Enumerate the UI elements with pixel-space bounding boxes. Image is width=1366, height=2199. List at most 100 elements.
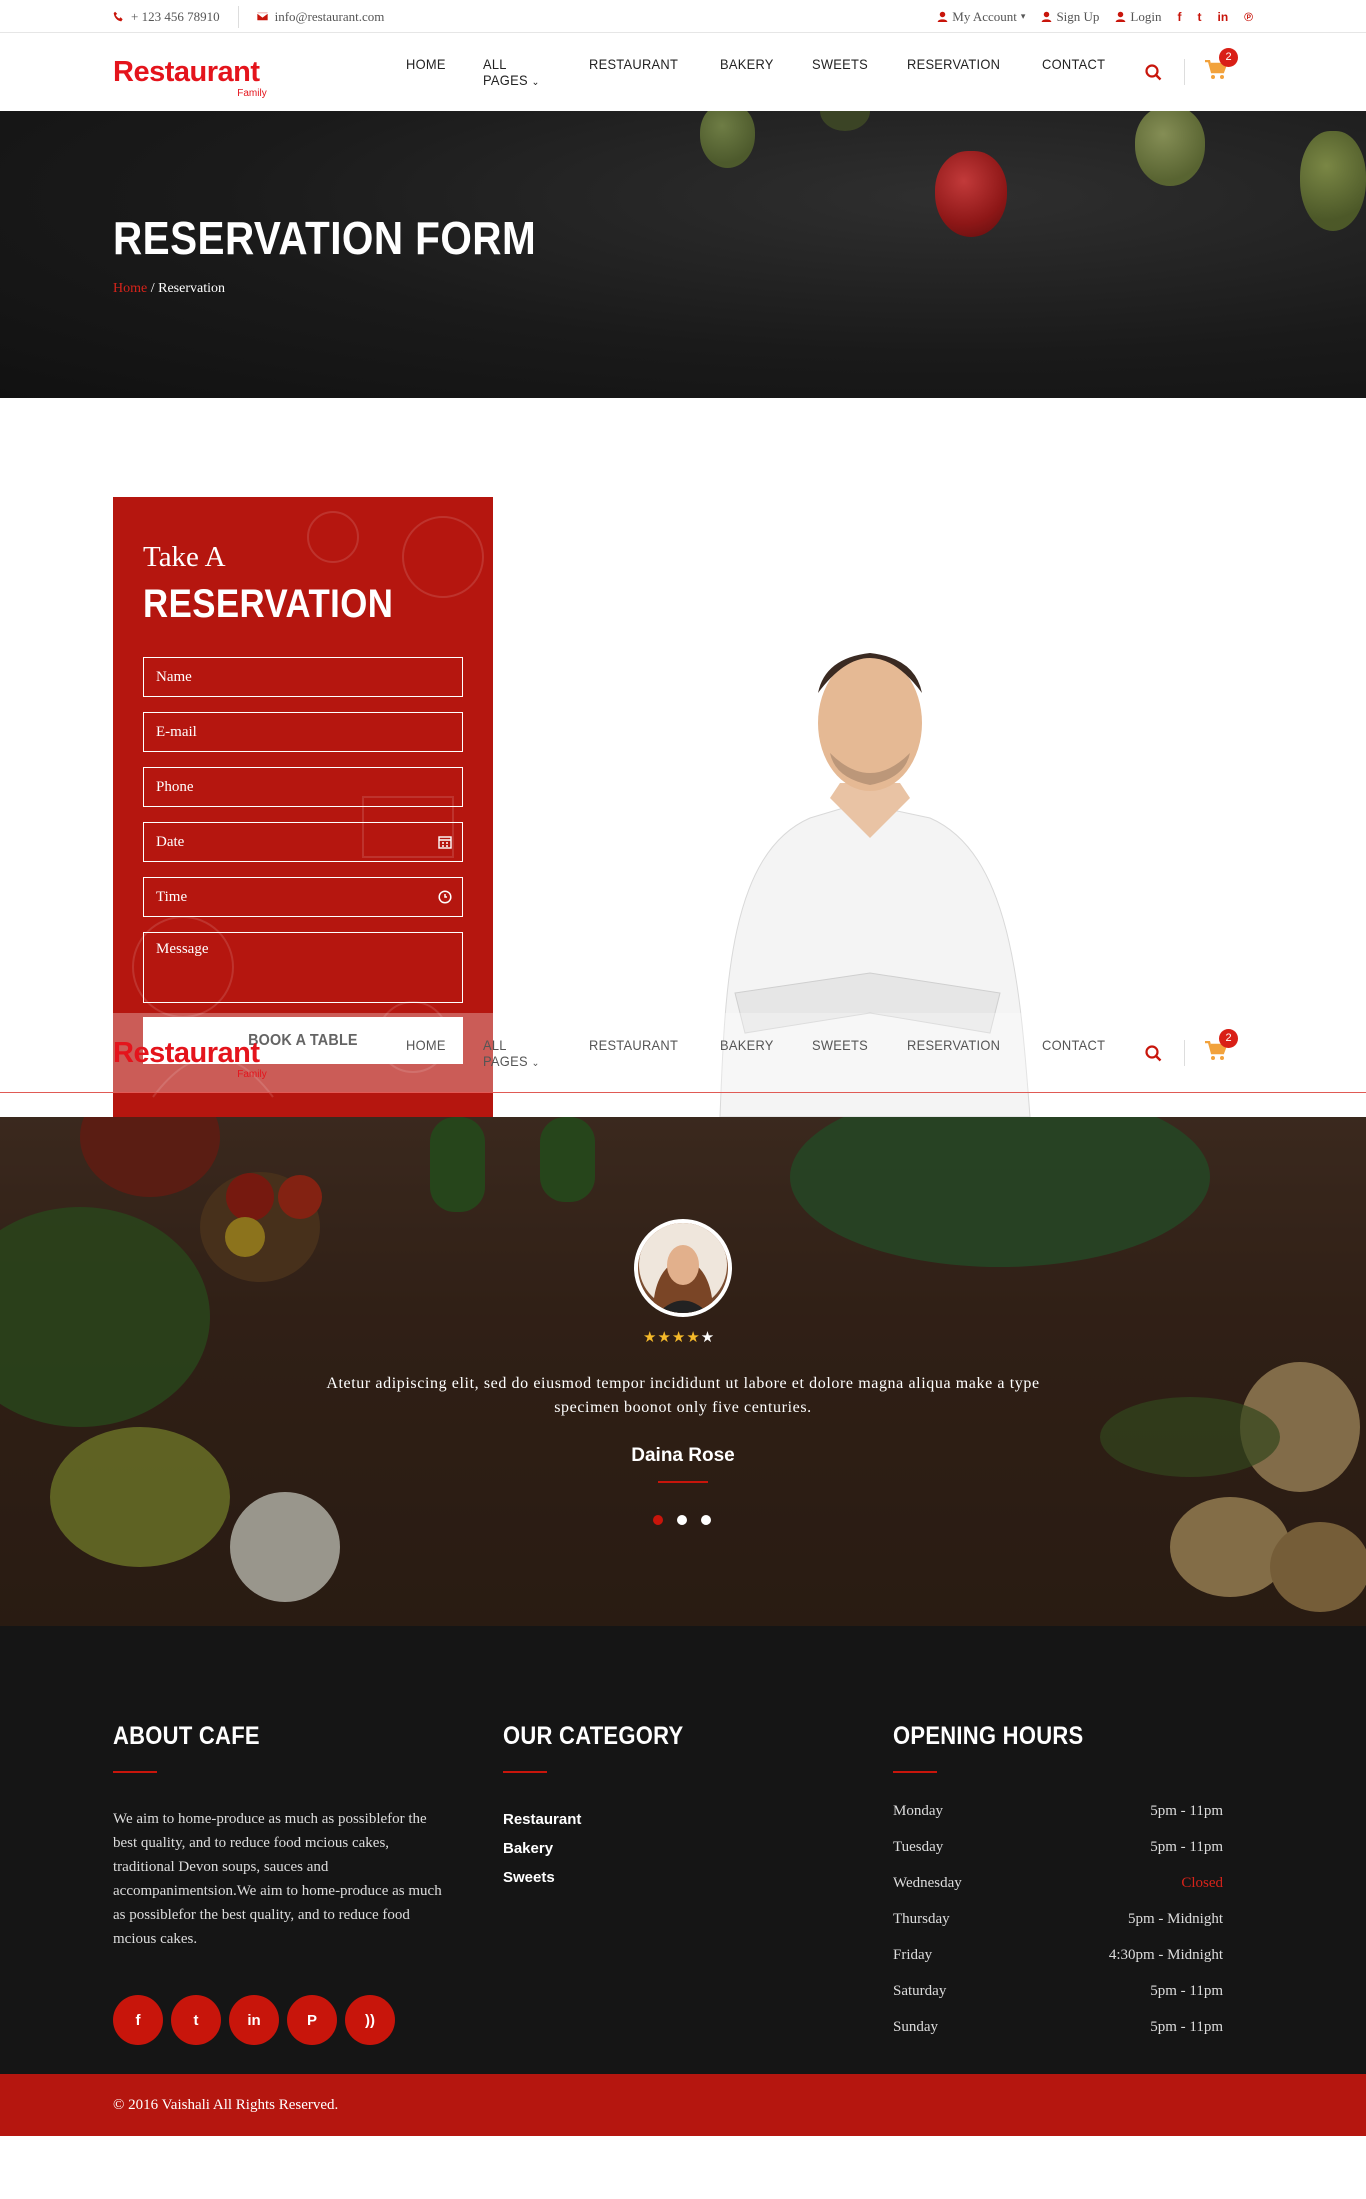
empty-star: ★: [700, 1328, 716, 1346]
sticky-nav-all-pages-label: ALL PAGES: [482, 1037, 528, 1069]
sticky-logo-text: Restaurant: [113, 1036, 260, 1069]
testimonial-section: ★★★★★ Atetur adipiscing elit, sed do eiu…: [0, 1117, 1366, 1626]
name-field[interactable]: Name: [143, 657, 463, 697]
nav-restaurant[interactable]: RESTAURANT: [589, 56, 678, 88]
facebook-icon[interactable]: f: [1177, 10, 1181, 24]
hours-time: 5pm - 11pm: [1150, 1803, 1223, 1819]
sticky-nav-bakery[interactable]: BAKERY: [720, 1037, 774, 1069]
time-field[interactable]: Time: [143, 877, 463, 917]
pinterest-icon[interactable]: ℗: [1244, 10, 1253, 24]
page-banner: RESERVATION FORM Home / Reservation: [0, 111, 1366, 398]
carousel-dot-3[interactable]: [701, 1515, 711, 1525]
hours-row: Friday 4:30pm - Midnight: [893, 1947, 1223, 1983]
sign-up-label: Sign Up: [1056, 8, 1100, 24]
facebook-icon[interactable]: f: [113, 1995, 163, 2045]
category-link-bakery[interactable]: Bakery: [503, 1834, 708, 1863]
strawberry-decoration: [1135, 111, 1205, 186]
nav-reservation[interactable]: RESERVATION: [907, 56, 1000, 88]
twitter-icon[interactable]: t: [1197, 10, 1201, 24]
hours-time-closed: Closed: [1181, 1875, 1223, 1891]
sticky-nav-contact[interactable]: CONTACT: [1042, 1037, 1105, 1069]
hours-row: Saturday 5pm - 11pm: [893, 1983, 1223, 2019]
breadcrumb-current: / Reservation: [150, 281, 225, 296]
nav-sweets[interactable]: SWEETS: [812, 56, 868, 88]
clock-icon[interactable]: [438, 890, 452, 904]
hours-day: Tuesday: [893, 1839, 944, 1855]
rss-icon[interactable]: )): [345, 1995, 395, 2045]
date-field[interactable]: Date: [143, 822, 463, 862]
category-link-sweets[interactable]: Sweets: [503, 1863, 708, 1892]
message-placeholder: Message: [156, 941, 209, 957]
form-title-small: Take A: [143, 541, 226, 573]
hours-row: Sunday 5pm - 11pm: [893, 2019, 1223, 2055]
category-link-restaurant[interactable]: Restaurant: [503, 1805, 708, 1834]
hours-row: Monday 5pm - 11pm: [893, 1803, 1223, 1839]
form-title-big: RESERVATION: [143, 582, 394, 626]
phone-field[interactable]: Phone: [143, 767, 463, 807]
nav-all-pages[interactable]: ALL PAGES ⌄: [483, 56, 549, 88]
cart-button[interactable]: 2: [1205, 47, 1238, 85]
strawberry-decoration: [820, 111, 870, 131]
logo-subtext: Family: [237, 87, 267, 99]
linkedin-icon[interactable]: in: [1217, 10, 1228, 24]
hours-day: Thursday: [893, 1911, 950, 1927]
chevron-down-icon: ▾: [1020, 11, 1026, 21]
cart-count-badge: 2: [1219, 47, 1238, 67]
pinterest-icon[interactable]: P: [287, 1995, 337, 2045]
sticky-nav-sweets[interactable]: SWEETS: [812, 1037, 868, 1069]
hours-row: Wednesday Closed: [893, 1875, 1223, 1911]
hours-day: Monday: [893, 1803, 943, 1819]
nav-bakery[interactable]: BAKERY: [720, 56, 774, 88]
sticky-nav-reservation[interactable]: RESERVATION: [907, 1037, 1000, 1069]
divider: [1184, 1040, 1185, 1066]
sticky-nav-restaurant[interactable]: RESTAURANT: [589, 1037, 678, 1069]
login-link[interactable]: Login: [1115, 9, 1161, 25]
chevron-down-icon: ⌄: [531, 1058, 540, 1069]
carousel-dot-1[interactable]: [653, 1515, 663, 1525]
about-text: We aim to home-produce as much as possib…: [113, 1811, 442, 1947]
hours-day: Saturday: [893, 1983, 947, 1999]
hours-list: Monday 5pm - 11pm Tuesday 5pm - 11pm Wedne…: [893, 1803, 1223, 2055]
hours-time: 5pm - 11pm: [1150, 1839, 1223, 1855]
twitter-icon[interactable]: t: [171, 1995, 221, 2045]
author-underline: [658, 1481, 708, 1483]
footer-social: f t in P )): [113, 1995, 449, 2045]
page-title: RESERVATION FORM: [113, 212, 537, 264]
phone-number: + 123 456 78910: [131, 8, 220, 24]
hours-time: 5pm - 11pm: [1150, 1983, 1223, 1999]
woman-portrait: [639, 1223, 727, 1313]
email-field[interactable]: E-mail: [143, 712, 463, 752]
sticky-logo[interactable]: Restaurant Family: [113, 1036, 279, 1080]
search-icon[interactable]: [1145, 63, 1162, 81]
phone-placeholder: Phone: [156, 778, 194, 795]
hours-time: 5pm - Midnight: [1127, 1911, 1223, 1927]
email-contact[interactable]: info@restaurant.com: [256, 9, 384, 25]
breadcrumb-home[interactable]: Home: [113, 281, 147, 296]
divider: [1184, 59, 1185, 85]
copyright-bar: © 2016 Vaishali All Rights Reserved.: [0, 2074, 1366, 2136]
sign-up-link[interactable]: Sign Up: [1041, 9, 1099, 25]
phone-contact[interactable]: + 123 456 78910: [113, 9, 220, 25]
time-placeholder: Time: [156, 888, 188, 905]
user-icon: [1116, 11, 1126, 22]
footer: ABOUT CAFE We aim to home-produce as muc…: [0, 1626, 1366, 2136]
search-icon[interactable]: [1145, 1044, 1162, 1062]
my-account-label: My Account: [952, 8, 1017, 24]
linkedin-icon[interactable]: in: [229, 1995, 279, 2045]
strawberry-decoration: [935, 151, 1007, 237]
sticky-nav-home[interactable]: HOME: [406, 1037, 446, 1069]
hours-day: Friday: [893, 1947, 933, 1963]
hours-time: 4:30pm - Midnight: [1108, 1947, 1223, 1963]
about-title: ABOUT CAFE: [113, 1722, 260, 1750]
sticky-nav-all-pages[interactable]: ALL PAGES ⌄: [483, 1037, 549, 1069]
hours-day: Sunday: [893, 2019, 938, 2035]
nav-contact[interactable]: CONTACT: [1042, 56, 1105, 88]
sticky-cart-button[interactable]: 2: [1205, 1028, 1238, 1066]
message-field[interactable]: Message: [143, 932, 463, 1003]
nav-home[interactable]: HOME: [406, 56, 446, 88]
calendar-icon[interactable]: [438, 835, 452, 849]
my-account-link[interactable]: My Account ▾: [937, 9, 1025, 25]
name-placeholder: Name: [156, 668, 192, 685]
logo[interactable]: Restaurant Family: [113, 57, 279, 99]
carousel-dot-2[interactable]: [677, 1515, 687, 1525]
